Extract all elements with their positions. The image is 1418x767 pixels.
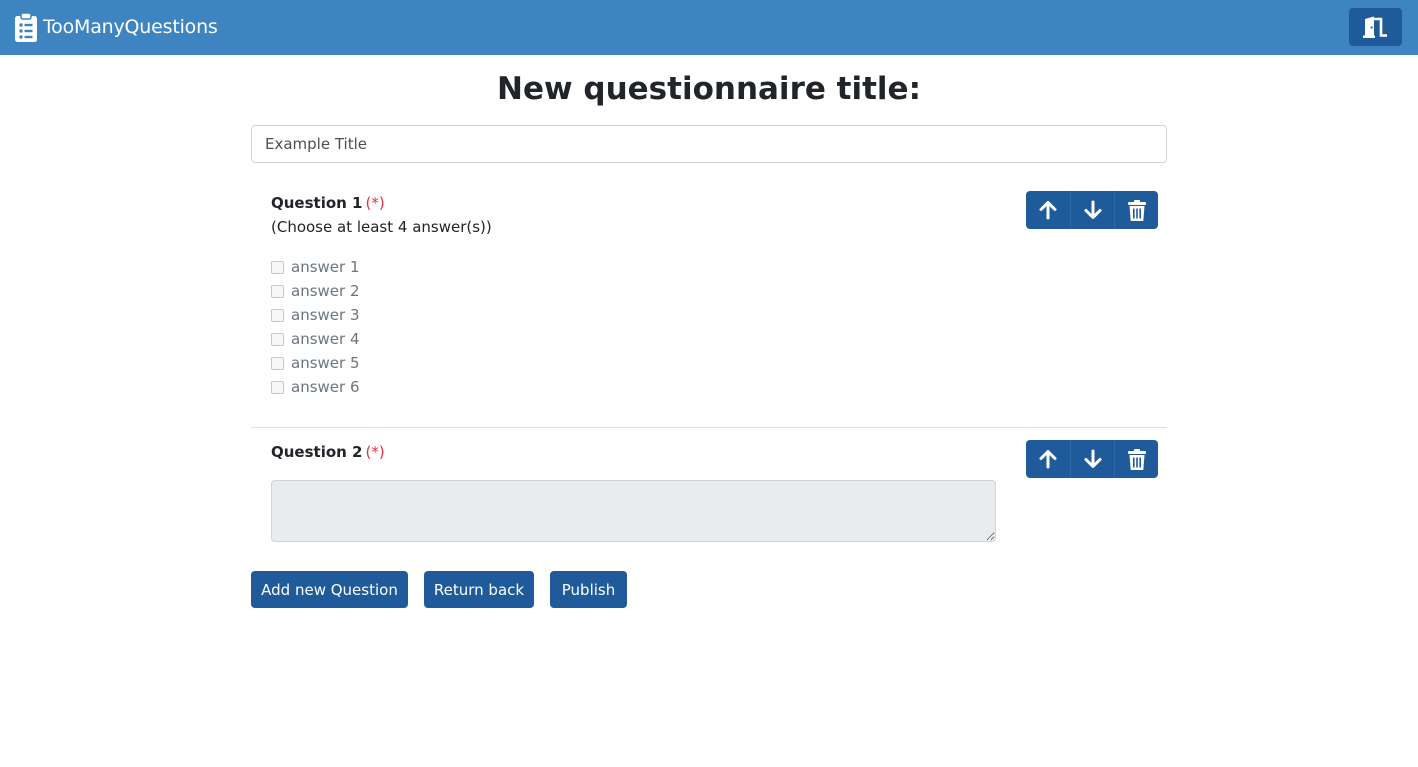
logout-button[interactable] [1349, 8, 1402, 46]
arrow-up-icon [1039, 450, 1057, 469]
answer-label: answer 5 [291, 354, 360, 372]
answer-checkbox[interactable] [271, 284, 284, 298]
delete-question-button[interactable] [1114, 440, 1158, 478]
answer-option[interactable]: answer 6 [271, 377, 360, 397]
arrow-up-icon [1039, 201, 1057, 220]
question-1-title: Question 1 [271, 194, 363, 212]
question-2-controls [1026, 440, 1158, 478]
answer-label: answer 2 [291, 282, 360, 300]
return-back-button[interactable]: Return back [424, 571, 534, 608]
answer-option[interactable]: answer 1 [271, 257, 360, 277]
clipboard-list-icon [15, 12, 37, 42]
question-1-hint: (Choose at least 4 answer(s)) [271, 218, 492, 236]
question-2-label: Question 2 (*) [271, 443, 385, 461]
answer-checkbox[interactable] [271, 260, 284, 274]
question-1-controls [1026, 191, 1158, 229]
questionnaire-title-input[interactable] [251, 125, 1167, 163]
question-2-title: Question 2 [271, 443, 363, 461]
door-exit-icon [1362, 16, 1387, 38]
answer-option[interactable]: answer 3 [271, 305, 360, 325]
brand-link[interactable]: TooManyQuestions [14, 12, 218, 42]
add-question-button[interactable]: Add new Question [251, 571, 408, 608]
answer-label: answer 3 [291, 306, 360, 324]
delete-question-button[interactable] [1114, 191, 1158, 229]
brand-name: TooManyQuestions [43, 16, 218, 38]
question-2-answer-textarea[interactable] [271, 480, 996, 542]
required-marker: (*) [365, 194, 385, 212]
move-up-button[interactable] [1026, 191, 1070, 229]
publish-button[interactable]: Publish [550, 571, 627, 608]
top-navbar: TooManyQuestions [0, 0, 1418, 55]
answer-checkbox[interactable] [271, 380, 284, 394]
question-divider [251, 427, 1167, 428]
answer-checkbox[interactable] [271, 356, 284, 370]
answer-option[interactable]: answer 4 [271, 329, 360, 349]
answer-option[interactable]: answer 2 [271, 281, 360, 301]
answer-label: answer 6 [291, 378, 360, 396]
trash-icon [1127, 448, 1146, 470]
answer-label: answer 4 [291, 330, 360, 348]
answer-option[interactable]: answer 5 [271, 353, 360, 373]
trash-icon [1127, 199, 1146, 221]
move-down-button[interactable] [1070, 191, 1114, 229]
arrow-down-icon [1084, 200, 1101, 219]
answer-checkbox[interactable] [271, 332, 284, 346]
answer-label: answer 1 [291, 258, 360, 276]
required-marker: (*) [365, 443, 385, 461]
move-down-button[interactable] [1070, 440, 1114, 478]
page-title: New questionnaire title: [497, 71, 921, 107]
arrow-down-icon [1084, 449, 1101, 468]
move-up-button[interactable] [1026, 440, 1070, 478]
answer-checkbox[interactable] [271, 308, 284, 322]
question-1-label: Question 1 (*) [271, 194, 385, 212]
